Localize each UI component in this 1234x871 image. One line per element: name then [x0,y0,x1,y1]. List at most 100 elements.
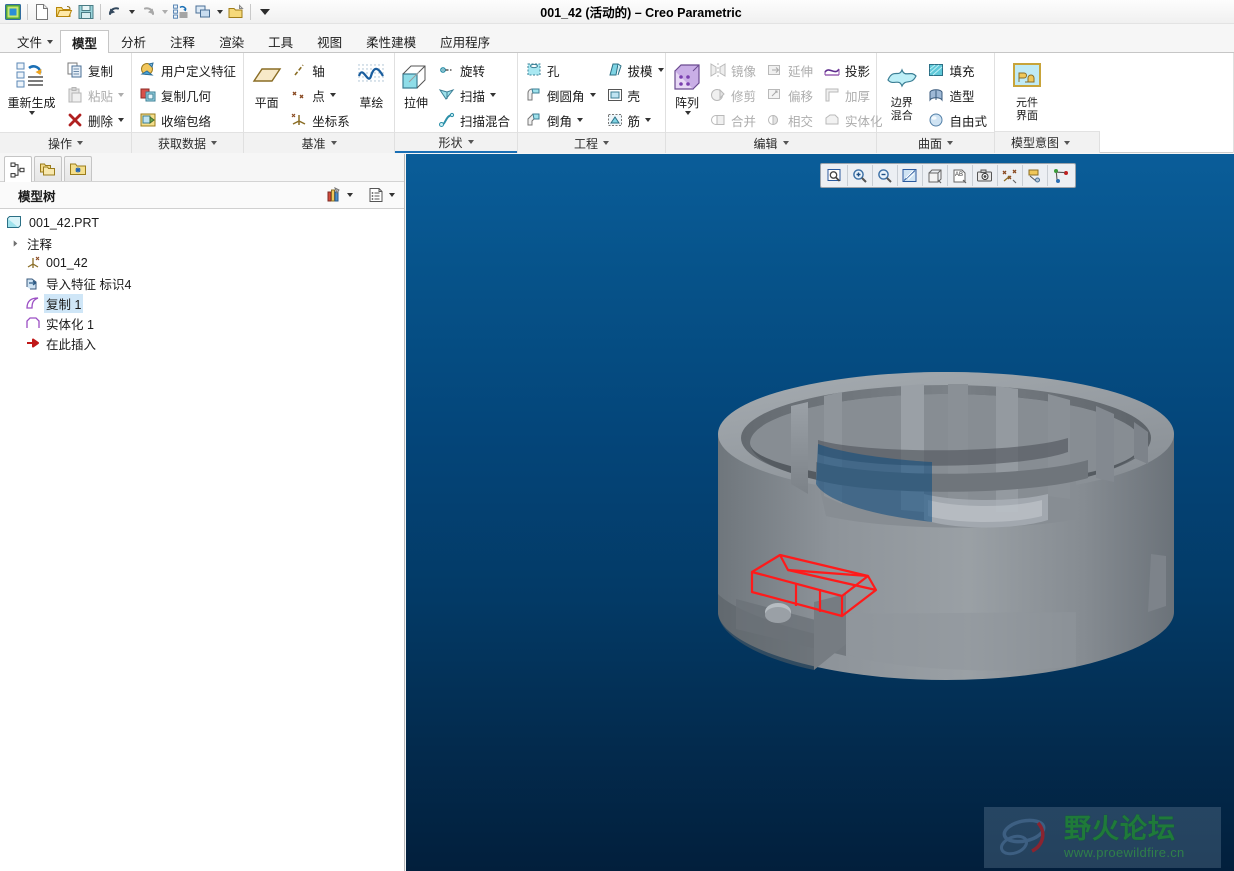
model-tree-tab[interactable] [4,156,32,182]
svg-text:AB: AB [955,172,963,178]
window-icon[interactable] [192,1,214,23]
display-style-icon[interactable] [923,165,948,186]
freestyle-button[interactable]: 自由式 [924,108,990,132]
tab-tools[interactable]: 工具 [256,30,305,52]
zoom-out-icon[interactable] [873,165,898,186]
point-display-icon[interactable] [1048,165,1073,186]
pattern-button[interactable]: 阵列 [670,56,704,115]
group-label-engineering[interactable]: 工程 [518,132,665,153]
customize-qat-icon[interactable] [254,1,276,23]
group-label-operations[interactable]: 操作 [0,132,131,153]
close-window-icon[interactable] [225,1,247,23]
extend-button[interactable]: 延伸 [763,58,816,82]
group-label-editing[interactable]: 编辑 [666,132,876,153]
tree-row-part[interactable]: 001_42.PRT [0,213,404,233]
chamfer-button[interactable]: 倒角 [522,108,599,132]
pattern-caret-icon [684,111,691,115]
tree-display-button[interactable] [364,186,398,204]
tree-row-annotations[interactable]: 注释 [0,233,404,253]
shell-button[interactable]: 壳 [603,83,667,107]
datum-point-button[interactable]: 点 [287,83,353,107]
group-label-surfaces[interactable]: 曲面 [877,132,994,153]
extrude-button[interactable]: 拉伸 [399,56,433,110]
annotation-display-icon[interactable]: AB [948,165,973,186]
boundary-blend-button[interactable]: 边界 混合 [881,56,922,123]
ribbon-group-editing: 阵列 镜像 修剪 合并 延伸 偏移 相交 投影 加厚 实体化 编辑 [666,53,883,153]
tab-analysis[interactable]: 分析 [109,30,158,52]
qat-separator-2 [100,3,101,20]
copy-geometry-button[interactable]: 复制几何 [136,83,239,107]
round-button[interactable]: 倒圆角 [522,83,599,107]
new-icon[interactable] [31,1,53,23]
intersect-button[interactable]: 相交 [763,108,816,132]
datum-display-icon[interactable] [998,165,1023,186]
saved-view-icon[interactable] [973,165,998,186]
thicken-button[interactable]: 加厚 [820,83,886,107]
project-button[interactable]: 投影 [820,58,886,82]
merge-button[interactable]: 合并 [706,108,759,132]
offset-button[interactable]: 偏移 [763,83,816,107]
solidify-button[interactable]: 实体化 [820,108,886,132]
tree-row-copy[interactable]: 复制 1 [0,293,404,313]
tab-render[interactable]: 渲染 [207,30,256,52]
folder-browser-tab[interactable] [34,156,62,181]
regenerate-button[interactable]: 重新生成 [4,56,59,115]
draft-button[interactable]: 拔模 [603,58,667,82]
window-dropdown[interactable] [214,1,225,23]
tree-row-insert-here[interactable]: 在此插入 [0,333,404,353]
regenerate-icon[interactable] [170,1,192,23]
model-tree-title: 模型树 [18,189,56,204]
favorites-tab[interactable] [64,156,92,181]
style-button[interactable]: 造型 [924,83,990,107]
trim-button[interactable]: 修剪 [706,83,759,107]
paste-button[interactable]: 粘贴 [63,83,127,107]
app-menu-icon[interactable] [2,1,24,23]
layer-display-icon[interactable] [1023,165,1048,186]
udf-button[interactable]: 用户定义特征 [136,58,239,82]
save-icon[interactable] [75,1,97,23]
group-label-get-data[interactable]: 获取数据 [132,132,243,153]
graphics-area[interactable]: AB 野火论坛 www.proewildfire.cn [406,154,1234,871]
delete-button[interactable]: 删除 [63,108,127,132]
shrinkwrap-button[interactable]: 收缩包络 [136,108,239,132]
zoom-in-icon[interactable] [848,165,873,186]
revolve-button[interactable]: 旋转 [435,58,513,82]
tree-row-import-feature[interactable]: 导入特征 标识4 [0,273,404,293]
refit-icon[interactable] [898,165,923,186]
hole-button[interactable]: 孔 [522,58,599,82]
swept-blend-button[interactable]: 扫描混合 [435,108,513,132]
tab-flexible-modeling[interactable]: 柔性建模 [354,30,428,52]
mirror-button[interactable]: 镜像 [706,58,759,82]
group-label-model-intent[interactable]: 模型意图 [995,131,1100,153]
sketch-button[interactable]: 草绘 [353,56,390,110]
tab-applications[interactable]: 应用程序 [428,30,502,52]
ribbon-group-shapes: 拉伸 旋转 扫描 扫描混合 形状 [395,53,518,153]
open-icon[interactable] [53,1,75,23]
tree-row-solidify[interactable]: 实体化 1 [0,313,404,333]
group-caret-icon [467,140,474,144]
group-label-datum[interactable]: 基准 [244,132,394,153]
sweep-button[interactable]: 扫描 [435,83,513,107]
datum-plane-button[interactable]: 平面 [248,56,285,110]
undo-icon[interactable] [104,1,126,23]
datum-axis-button[interactable]: 轴 [287,58,353,82]
undo-dropdown[interactable] [126,1,137,23]
group-caret-icon [603,141,609,145]
fill-button[interactable]: 填充 [924,58,990,82]
tree-row-csys[interactable]: 001_42 [0,253,404,273]
tab-view[interactable]: 视图 [305,30,354,52]
tab-file[interactable]: 文件 [5,30,60,52]
redo-dropdown[interactable] [159,1,170,23]
tree-settings-button[interactable] [322,186,356,204]
group-label-shapes[interactable]: 形状 [395,132,517,153]
tab-annotate[interactable]: 注释 [158,30,207,52]
rib-button[interactable]: 筋 [603,108,667,132]
coordinate-system-button[interactable]: 坐标系 [287,108,353,132]
redo-icon[interactable] [137,1,159,23]
zoom-window-icon[interactable] [823,165,848,186]
component-interface-button[interactable]: 元件 界面 [999,56,1055,123]
forum-watermark: 野火论坛 www.proewildfire.cn [984,807,1221,868]
copy-button[interactable]: 复制 [63,58,127,82]
tab-model[interactable]: 模型 [60,30,110,53]
expand-arrow-icon[interactable] [8,239,22,248]
